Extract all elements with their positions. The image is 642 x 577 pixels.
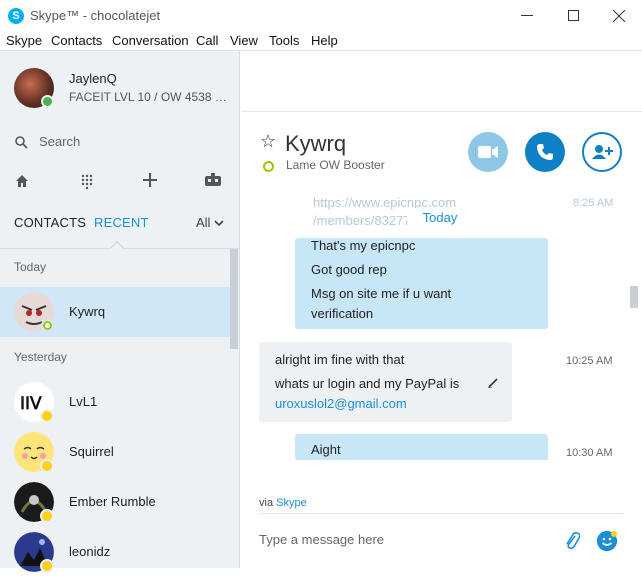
tab-contacts[interactable]: CONTACTS	[14, 215, 86, 230]
video-camera-icon	[478, 146, 498, 158]
chevron-down-icon	[214, 220, 224, 227]
menu-contacts[interactable]: Contacts	[51, 33, 102, 48]
contact-name: Ember Rumble	[69, 494, 156, 509]
contact-item-lvl1[interactable]: ⅠⅠⅤ LvL1	[0, 377, 230, 427]
profile-name[interactable]: JaylenQ	[69, 71, 117, 86]
menu-skype[interactable]: Skype	[6, 33, 42, 48]
close-icon	[613, 9, 625, 22]
window-title: Skype™ - chocolatejet	[30, 8, 161, 23]
message-scrollbar[interactable]	[630, 286, 638, 308]
contact-name: Kywrq	[69, 304, 106, 319]
filter-all-label: All	[196, 215, 211, 230]
bot-icon[interactable]	[204, 173, 222, 191]
message-bubble-outgoing[interactable]: Aight	[295, 434, 548, 460]
menu-conversation[interactable]: Conversation	[112, 33, 189, 48]
message-text: Got good rep	[311, 262, 387, 277]
message-text: alright im fine with that	[275, 352, 405, 367]
online-status-icon	[263, 161, 274, 172]
close-button[interactable]	[596, 0, 642, 31]
contact-name: LvL1	[69, 394, 98, 409]
sidebar: JaylenQ FACEIT LVL 10 / OW 4538 P... Sea…	[0, 51, 240, 573]
header-divider	[241, 111, 642, 112]
maximize-icon	[567, 10, 579, 21]
search-input[interactable]: Search	[39, 134, 80, 149]
add-people-button[interactable]	[582, 132, 622, 172]
contact-item-ember-rumble[interactable]: Ember Rumble	[0, 477, 230, 527]
section-yesterday: Yesterday	[14, 350, 67, 364]
section-today: Today	[14, 260, 47, 274]
add-contact-plus-icon[interactable]	[141, 173, 159, 191]
menu-call[interactable]: Call	[196, 33, 218, 48]
menu-view[interactable]: View	[230, 33, 258, 48]
message-text: Msg on site me if u want	[311, 286, 452, 301]
emoticon-smiley-icon[interactable]	[597, 531, 617, 551]
away-clock-icon	[40, 509, 54, 523]
date-separator: Today	[407, 208, 473, 228]
message-list[interactable]: https://www.epicnpc.com /members/83277 8…	[241, 192, 631, 500]
online-status-icon	[41, 319, 54, 332]
online-status-icon	[41, 95, 54, 108]
edit-pencil-icon[interactable]	[488, 378, 498, 388]
conversation-pane: ☆ Kywrq Lame OW Booster https://www.epic…	[241, 51, 642, 568]
contact-item-kywrq[interactable]: Kywrq	[0, 287, 230, 337]
tab-recent[interactable]: RECENT	[94, 215, 149, 230]
profile-mood[interactable]: FACEIT LVL 10 / OW 4538 P...	[69, 90, 229, 104]
audio-call-button[interactable]	[525, 132, 565, 172]
message-bubble-outgoing[interactable]: That's my epicnpc Got good rep Msg on si…	[295, 238, 548, 329]
email-link[interactable]: uroxuslol2@gmail.com	[275, 396, 407, 411]
dialpad-icon[interactable]	[78, 173, 96, 191]
add-person-icon	[592, 145, 613, 159]
message-timestamp: 10:30 AM	[566, 447, 613, 459]
maximize-button[interactable]	[550, 0, 596, 31]
message-timestamp: 10:25 AM	[566, 355, 613, 367]
favorite-star-icon[interactable]: ☆	[260, 131, 276, 152]
search-icon	[15, 136, 28, 149]
home-icon[interactable]	[13, 173, 31, 191]
menu-bar: Skype Contacts Conversation Call View To…	[0, 31, 642, 51]
composer-divider	[259, 513, 623, 514]
chat-contact-name: Kywrq	[285, 131, 347, 156]
menu-tools[interactable]: Tools	[269, 33, 299, 48]
contact-tabs: CONTACTS RECENT All	[0, 213, 240, 235]
message-bubble-incoming[interactable]: alright im fine with that whats ur login…	[259, 342, 512, 422]
away-clock-icon	[40, 459, 54, 473]
via-service-link[interactable]: Skype	[276, 497, 307, 509]
chat-contact-mood: Lame OW Booster	[286, 158, 385, 172]
contact-item-leonidz[interactable]: leonidz	[0, 527, 230, 577]
minimize-icon	[521, 14, 533, 16]
contact-list-scrollbar[interactable]	[230, 249, 238, 349]
svg-text:ⅠⅠⅤ: ⅠⅠⅤ	[20, 394, 42, 413]
contact-item-squirrel[interactable]: Squirrel	[0, 427, 230, 477]
phone-icon	[537, 144, 553, 160]
minimize-button[interactable]	[504, 0, 550, 31]
tab-indicator	[109, 240, 125, 256]
faded-timestamp: 8:25 AM	[573, 197, 614, 209]
title-bar: S Skype™ - chocolatejet	[0, 0, 642, 31]
menu-help[interactable]: Help	[311, 33, 338, 48]
message-text: That's my epicnpc	[311, 238, 416, 253]
message-text: Aight	[311, 442, 341, 457]
contact-name: leonidz	[69, 544, 111, 559]
message-text: verification	[311, 306, 374, 321]
filter-all-dropdown[interactable]: All	[196, 215, 224, 230]
away-clock-icon	[40, 409, 54, 423]
attachment-paperclip-icon[interactable]	[564, 531, 581, 556]
contact-name: Squirrel	[69, 444, 114, 459]
via-service-label: via Skype	[259, 497, 307, 509]
video-call-button[interactable]	[468, 132, 508, 172]
via-prefix: via	[259, 497, 274, 509]
away-clock-icon	[40, 559, 54, 573]
message-text: whats ur login and my PayPal is	[275, 376, 460, 391]
message-input[interactable]: Type a message here	[259, 532, 384, 547]
skype-logo-icon: S	[8, 8, 24, 24]
faded-link: /members/83277	[313, 213, 411, 228]
